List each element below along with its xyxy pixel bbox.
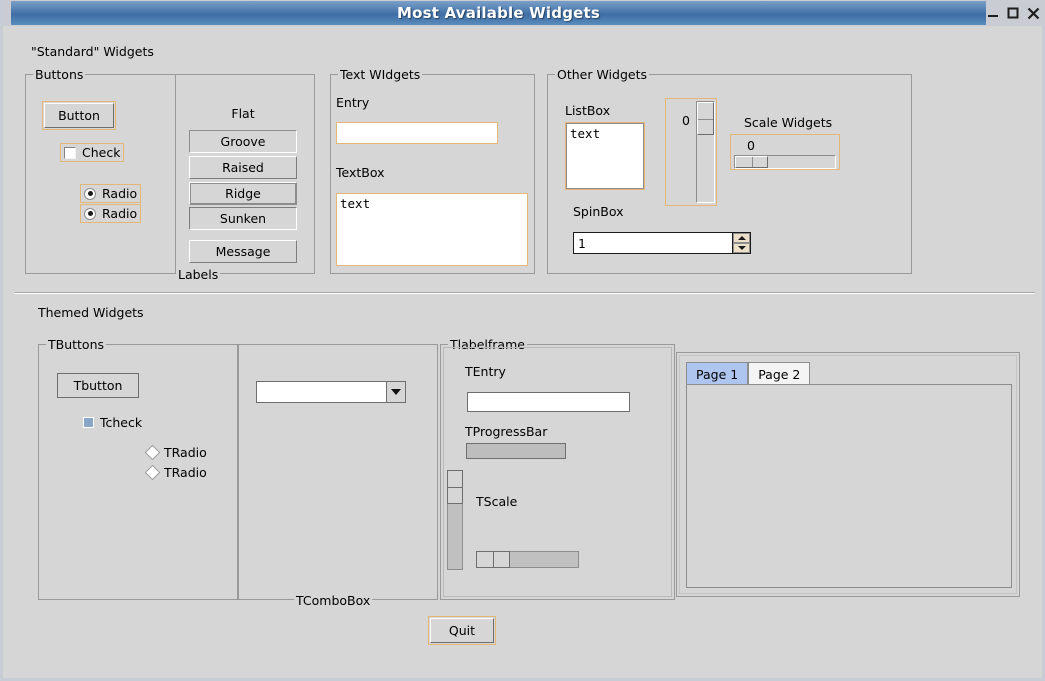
label-flat: Flat: [189, 102, 297, 124]
chevron-down-icon[interactable]: [386, 382, 405, 402]
entry-label: Entry: [336, 95, 369, 110]
tradio-option-2-label: TRadio: [164, 465, 207, 480]
tbutton-widget[interactable]: Tbutton: [57, 373, 139, 398]
label-message: Message: [189, 240, 297, 263]
vscale-slider-handle[interactable]: [697, 102, 714, 135]
tscale-vertical-trough[interactable]: [447, 470, 463, 570]
themed-widgets-heading: Themed Widgets: [38, 305, 144, 320]
radio-option-1-label: Radio: [102, 186, 137, 201]
tscale-vertical-handle[interactable]: [447, 470, 463, 504]
tab-page-1-label: Page 1: [696, 367, 738, 382]
tab-page-2-label: Page 2: [758, 367, 800, 382]
hscale-trough[interactable]: [734, 155, 836, 169]
spinbox-up-icon[interactable]: [733, 233, 750, 243]
tbuttons-frame-title: TButtons: [46, 337, 106, 352]
spinbox-value[interactable]: 1: [574, 233, 732, 253]
listbox-label: ListBox: [565, 103, 610, 118]
label-raised-text: Raised: [222, 160, 264, 175]
window-title: Most Available Widgets: [11, 1, 986, 25]
tab-page-1[interactable]: Page 1: [686, 362, 748, 385]
checkbox-box-icon: [64, 147, 76, 159]
textbox-label: TextBox: [336, 165, 385, 180]
buttons-labels-divider: [175, 74, 176, 274]
scale-widgets-title: Scale Widgets: [744, 115, 832, 130]
label-sunken-text: Sunken: [220, 211, 266, 226]
radio-option-1[interactable]: Radio: [80, 184, 141, 203]
tprogressbar-fill: [467, 444, 565, 458]
notebook-page-content: [686, 384, 1012, 588]
label-groove-text: Groove: [221, 134, 266, 149]
application-window: Most Available Widgets "Standard" Widget…: [0, 0, 1045, 681]
tcombobox-frame-title: TComboBox: [294, 593, 372, 608]
tab-page-2[interactable]: Page 2: [748, 362, 810, 385]
notebook-tab-strip: Page 1 Page 2: [686, 362, 810, 385]
close-icon[interactable]: [1026, 5, 1040, 21]
tprogressbar-widget: [466, 443, 566, 459]
tcheck-box-icon: [83, 417, 94, 428]
label-flat-text: Flat: [231, 106, 254, 121]
text-widgets-frame-title: Text WIdgets: [338, 67, 422, 82]
tentry-label: TEntry: [465, 364, 506, 379]
button-widget-label: Button: [58, 108, 100, 123]
tradio-option-1-label: TRadio: [164, 445, 207, 460]
other-widgets-frame-title: Other Widgets: [555, 67, 649, 82]
tcombobox-value[interactable]: [257, 382, 386, 402]
tradio-diamond-icon: [145, 465, 161, 481]
radio-circle-icon: [84, 188, 96, 200]
spinbox-arrows: [732, 233, 750, 253]
tcheck-checkbox[interactable]: Tcheck: [83, 415, 142, 430]
label-ridge-text: Ridge: [225, 186, 261, 201]
standard-widgets-heading: "Standard" Widgets: [31, 44, 154, 59]
label-groove: Groove: [189, 130, 297, 153]
tcombobox-widget[interactable]: [256, 381, 406, 403]
tradio-option-1[interactable]: TRadio: [147, 445, 207, 460]
notebook-widget: Page 1 Page 2: [686, 362, 1012, 588]
quit-button[interactable]: Quit: [430, 618, 494, 643]
window-controls: [986, 0, 1044, 26]
tradio-diamond-icon: [145, 445, 161, 461]
tcheck-label: Tcheck: [100, 415, 142, 430]
entry-input[interactable]: [336, 122, 498, 144]
check-checkbox[interactable]: Check: [60, 143, 124, 162]
vscale-trough[interactable]: [696, 101, 715, 203]
spinbox-label: SpinBox: [573, 204, 624, 219]
listbox-item-text[interactable]: text: [566, 123, 644, 189]
button-widget[interactable]: Button: [44, 103, 114, 128]
listbox-widget[interactable]: text: [565, 122, 645, 190]
tscale-horizontal-handle[interactable]: [476, 551, 510, 568]
label-ridge: Ridge: [189, 182, 297, 205]
hscale-slider-handle[interactable]: [735, 156, 768, 168]
tprogressbar-label: TProgressBar: [465, 424, 547, 439]
radio-option-2[interactable]: Radio: [80, 204, 141, 223]
minimize-icon[interactable]: [986, 5, 1000, 21]
hscale-value: 0: [747, 138, 755, 153]
section-separator: [15, 292, 1035, 294]
radio-circle-icon: [84, 208, 96, 220]
tradio-option-2[interactable]: TRadio: [147, 465, 207, 480]
buttons-frame-title: Buttons: [33, 67, 85, 82]
tentry-input[interactable]: [467, 392, 630, 412]
tbutton-widget-label: Tbutton: [74, 378, 123, 393]
label-raised: Raised: [189, 156, 297, 179]
label-message-text: Message: [216, 244, 271, 259]
check-checkbox-label: Check: [82, 145, 120, 160]
vscale-value: 0: [682, 113, 690, 128]
tscale-label: TScale: [476, 494, 517, 509]
radio-option-2-label: Radio: [102, 206, 137, 221]
label-sunken: Sunken: [189, 207, 297, 230]
quit-button-label: Quit: [449, 623, 475, 638]
spinbox-widget[interactable]: 1: [573, 232, 751, 254]
title-bar: Most Available Widgets: [3, 0, 1045, 26]
maximize-icon[interactable]: [1006, 5, 1020, 21]
labels-frame-title: Labels: [176, 267, 220, 282]
textbox-input[interactable]: text: [336, 193, 528, 266]
tscale-horizontal-trough[interactable]: [476, 551, 579, 568]
spinbox-down-icon[interactable]: [733, 243, 750, 253]
